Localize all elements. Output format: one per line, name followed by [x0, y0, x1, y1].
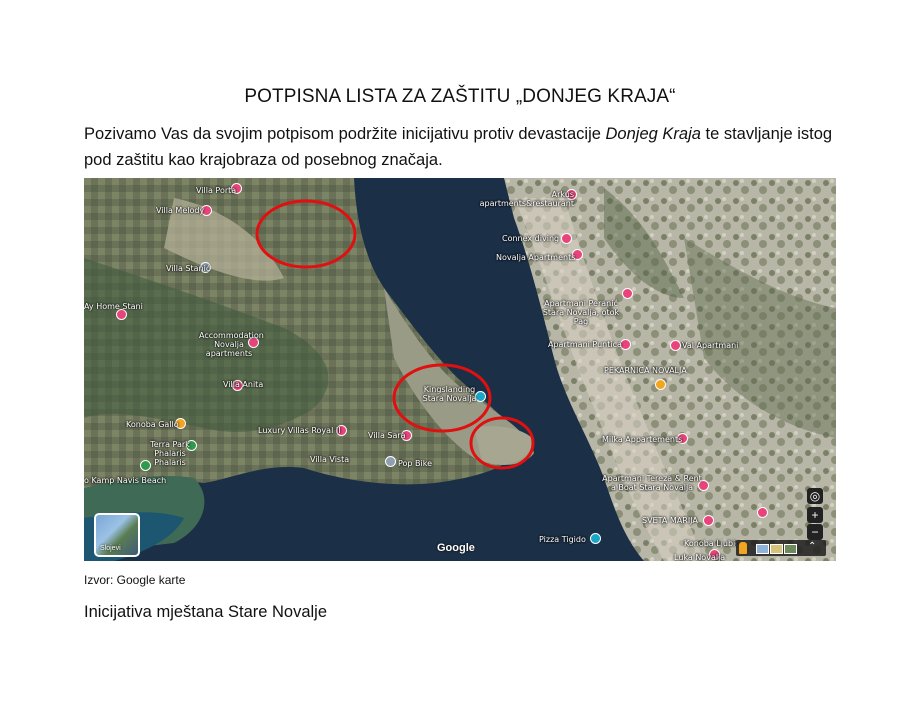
zoom-in-button[interactable]: +: [807, 507, 823, 523]
map-label: Villa Vista: [310, 455, 350, 464]
map-pin-icon[interactable]: [655, 379, 666, 390]
map-label: Villa Porta: [196, 186, 237, 195]
map-label: Pop Bike: [398, 459, 433, 468]
source-note: Izvor: Google karte: [84, 573, 186, 587]
map-label: Apartmani Tereza & Rent a Boat Stara Nov…: [602, 474, 702, 492]
map-pin-icon[interactable]: [703, 515, 714, 526]
map-pin-icon[interactable]: [670, 340, 681, 351]
expand-icon[interactable]: ⌃: [808, 541, 816, 552]
map-label: Terra Park Phalaris Phalaris: [150, 440, 190, 467]
document-title: POTPISNA LISTA ZA ZAŠTITU „DONJEG KRAJA“: [244, 86, 676, 107]
map-label: Pizza Tigido: [539, 535, 586, 544]
map-thumbnail-icon[interactable]: [756, 544, 769, 554]
map-label: Villa Sara: [368, 431, 406, 440]
map-pin-icon[interactable]: [561, 233, 572, 244]
map-label: Luka Novalja: [674, 553, 726, 561]
map-label: Kingslanding Stara Novalja: [422, 385, 477, 403]
map-label: Villa Melody: [156, 206, 205, 215]
satellite-map[interactable]: Villa Porta Villa Melody Villa Stanić Ar…: [84, 178, 836, 561]
map-label: o Kamp Navis Beach: [84, 476, 167, 485]
map-pin-icon[interactable]: [757, 507, 768, 518]
google-logo: Google: [437, 542, 475, 554]
map-label: Villa Anita: [223, 380, 264, 389]
map-label: Villa Stanić: [166, 264, 211, 273]
intro-text-start: Pozivamo Vas da svojim potpisom podržite…: [84, 125, 606, 143]
map-label: Ay Home Stani: [84, 302, 143, 311]
map-terrain: [84, 178, 836, 561]
satellite-thumbnail-icon[interactable]: [784, 544, 797, 554]
intro-paragraph: Pozivamo Vas da svojim potpisom podržite…: [84, 121, 844, 173]
map-label: Novalja Apartments: [496, 253, 576, 262]
map-label: Milka Appartements: [602, 435, 683, 444]
terrain-thumbnail-icon[interactable]: [770, 544, 783, 554]
layers-label: Slojevi: [100, 545, 121, 552]
layers-button[interactable]: Slojevi: [94, 513, 140, 557]
map-label: Apartmani Puntica: [548, 340, 622, 349]
footer-text: Inicijativa mještana Stare Novalje: [84, 603, 328, 621]
map-label: Konoba Gallo: [126, 420, 179, 429]
map-label: Val Apartmani: [682, 341, 739, 350]
map-label: Apartmani Peranić Stara Novalja, otok Pa…: [542, 299, 620, 326]
intro-emphasis: Donjeg Kraja: [605, 125, 701, 143]
map-label: Connex diving: [502, 234, 560, 243]
map-toolbar: ⌃: [736, 540, 826, 556]
map-pin-icon[interactable]: [622, 288, 633, 299]
pegman-icon[interactable]: [739, 542, 747, 554]
zoom-out-button[interactable]: −: [807, 524, 823, 540]
map-label: Arkus apartments&restaurant: [479, 190, 574, 208]
locate-icon[interactable]: ◎: [807, 488, 823, 504]
map-pin-icon[interactable]: [590, 533, 601, 544]
map-label: Accommodation Novalja apartments: [199, 331, 264, 358]
map-label: SVETA MARIJA: [642, 516, 698, 525]
map-label: PEKARNICA NOVALJA: [604, 366, 687, 375]
map-label: Luxury Villas Royal II: [258, 426, 341, 435]
map-pin-icon[interactable]: [385, 456, 396, 467]
